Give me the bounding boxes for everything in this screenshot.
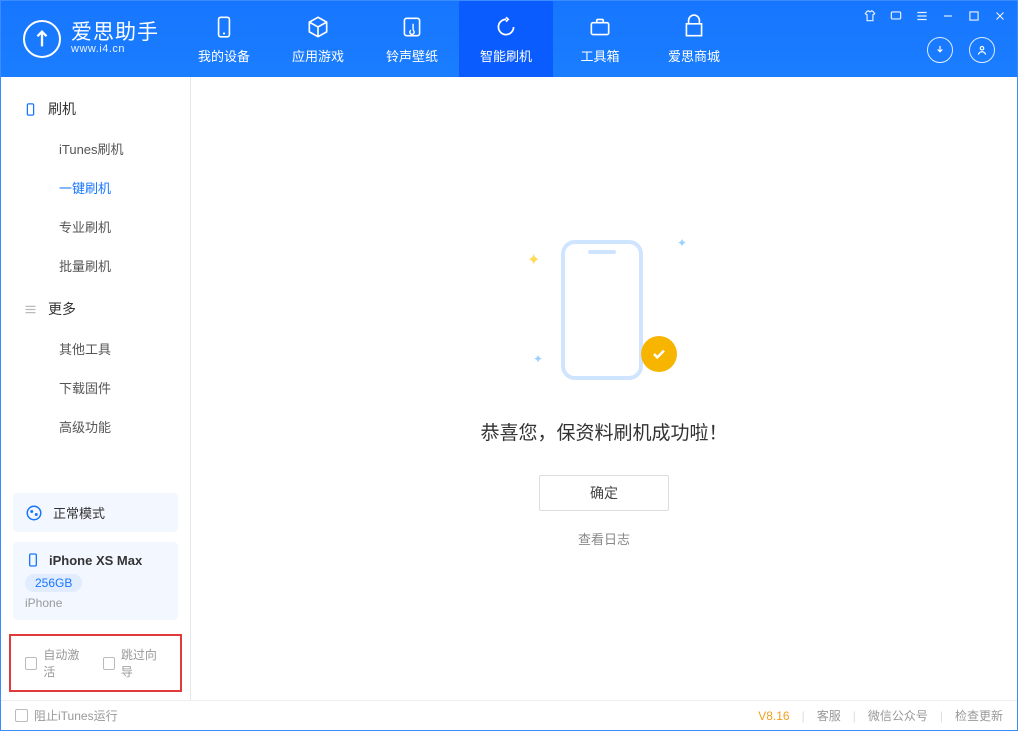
update-link[interactable]: 检查更新 (955, 707, 1003, 724)
nav-tab-ringtone[interactable]: 铃声壁纸 (365, 1, 459, 77)
refresh-icon (493, 14, 519, 40)
store-icon (681, 14, 707, 40)
nav-label: 我的设备 (198, 46, 250, 65)
footer: 阻止iTunes运行 V8.16 | 客服 | 微信公众号 | 检查更新 (1, 700, 1017, 730)
titlebar: 爱思助手 www.i4.cn 我的设备 应用游戏 铃声壁纸 智能刷机 工具箱 爱… (1, 1, 1017, 77)
music-icon (399, 14, 425, 40)
device-name-label: iPhone XS Max (49, 553, 142, 568)
sparkle-icon: ✦ (527, 250, 540, 270)
sidebar-item-oneclick-flash[interactable]: 一键刷机 (1, 168, 190, 207)
checkbox-icon (103, 657, 115, 670)
sidebar-section-more: 更多 (1, 285, 190, 329)
nav-label: 爱思商城 (668, 46, 720, 65)
mode-label: 正常模式 (53, 503, 105, 522)
sidebar-section-flash: 刷机 (1, 85, 190, 129)
checkbox-icon (15, 709, 28, 722)
device-card[interactable]: iPhone XS Max 256GB iPhone (13, 542, 178, 620)
app-logo-icon (23, 20, 61, 58)
sidebar-item-advanced[interactable]: 高级功能 (1, 407, 190, 446)
mode-card[interactable]: 正常模式 (13, 493, 178, 532)
app-name: 爱思助手 (71, 22, 159, 44)
logo-area: 爱思助手 www.i4.cn (1, 20, 177, 58)
nav-tab-device[interactable]: 我的设备 (177, 1, 271, 77)
check-badge-icon (641, 336, 677, 372)
phone-graphic (561, 240, 643, 380)
wechat-link[interactable]: 微信公众号 (868, 707, 928, 724)
device-icon (211, 14, 237, 40)
feedback-icon[interactable] (889, 9, 903, 23)
sidebar-item-batch-flash[interactable]: 批量刷机 (1, 246, 190, 285)
success-illustration: ✦ ✦ ✦ (539, 230, 669, 390)
device-type: iPhone (25, 596, 166, 610)
nav-tab-apps[interactable]: 应用游戏 (271, 1, 365, 77)
menu-icon[interactable] (915, 9, 929, 23)
cube-icon (305, 14, 331, 40)
sidebar-item-other-tools[interactable]: 其他工具 (1, 329, 190, 368)
download-icon[interactable] (927, 37, 953, 63)
logo-text: 爱思助手 www.i4.cn (71, 22, 159, 56)
auto-activate-checkbox[interactable]: 自动激活 (25, 646, 89, 680)
tshirt-icon[interactable] (863, 9, 877, 23)
nav-label: 铃声壁纸 (386, 46, 438, 65)
sidebar-item-itunes-flash[interactable]: iTunes刷机 (1, 129, 190, 168)
user-icon[interactable] (969, 37, 995, 63)
list-icon (23, 302, 38, 317)
nav-tab-toolbox[interactable]: 工具箱 (553, 1, 647, 77)
maximize-icon[interactable] (967, 9, 981, 23)
sparkle-icon: ✦ (677, 236, 687, 250)
app-url: www.i4.cn (71, 44, 159, 56)
close-icon[interactable] (993, 9, 1007, 23)
header-right-icons (927, 37, 995, 63)
nav-label: 应用游戏 (292, 46, 344, 65)
minimize-icon[interactable] (941, 9, 955, 23)
success-message: 恭喜您，保资料刷机成功啦！ (480, 418, 727, 445)
support-link[interactable]: 客服 (817, 707, 841, 724)
sidebar-item-pro-flash[interactable]: 专业刷机 (1, 207, 190, 246)
nav-label: 智能刷机 (480, 46, 532, 65)
mode-icon (25, 504, 43, 522)
phone-icon (23, 102, 38, 117)
nav-label: 工具箱 (580, 46, 619, 65)
ok-button[interactable]: 确定 (539, 475, 669, 511)
version-label: V8.16 (758, 709, 789, 723)
nav-tab-store[interactable]: 爱思商城 (647, 1, 741, 77)
skip-wizard-checkbox[interactable]: 跳过向导 (103, 646, 167, 680)
block-itunes-checkbox[interactable]: 阻止iTunes运行 (15, 707, 118, 724)
checkbox-icon (25, 657, 37, 670)
checkbox-row: 自动激活 跳过向导 (9, 634, 182, 692)
sidebar-item-download-firmware[interactable]: 下载固件 (1, 368, 190, 407)
main: 刷机 iTunes刷机 一键刷机 专业刷机 批量刷机 更多 其他工具 下载固件 … (1, 77, 1017, 700)
device-small-icon (25, 552, 41, 568)
sidebar: 刷机 iTunes刷机 一键刷机 专业刷机 批量刷机 更多 其他工具 下载固件 … (1, 77, 191, 700)
view-log-link[interactable]: 查看日志 (578, 529, 630, 548)
sparkle-icon: ✦ (533, 352, 543, 366)
content: ✦ ✦ ✦ 恭喜您，保资料刷机成功啦！ 确定 查看日志 (191, 77, 1017, 700)
storage-badge: 256GB (25, 574, 82, 592)
nav-tabs: 我的设备 应用游戏 铃声壁纸 智能刷机 工具箱 爱思商城 (177, 1, 741, 77)
nav-tab-flash[interactable]: 智能刷机 (459, 1, 553, 77)
briefcase-icon (587, 14, 613, 40)
